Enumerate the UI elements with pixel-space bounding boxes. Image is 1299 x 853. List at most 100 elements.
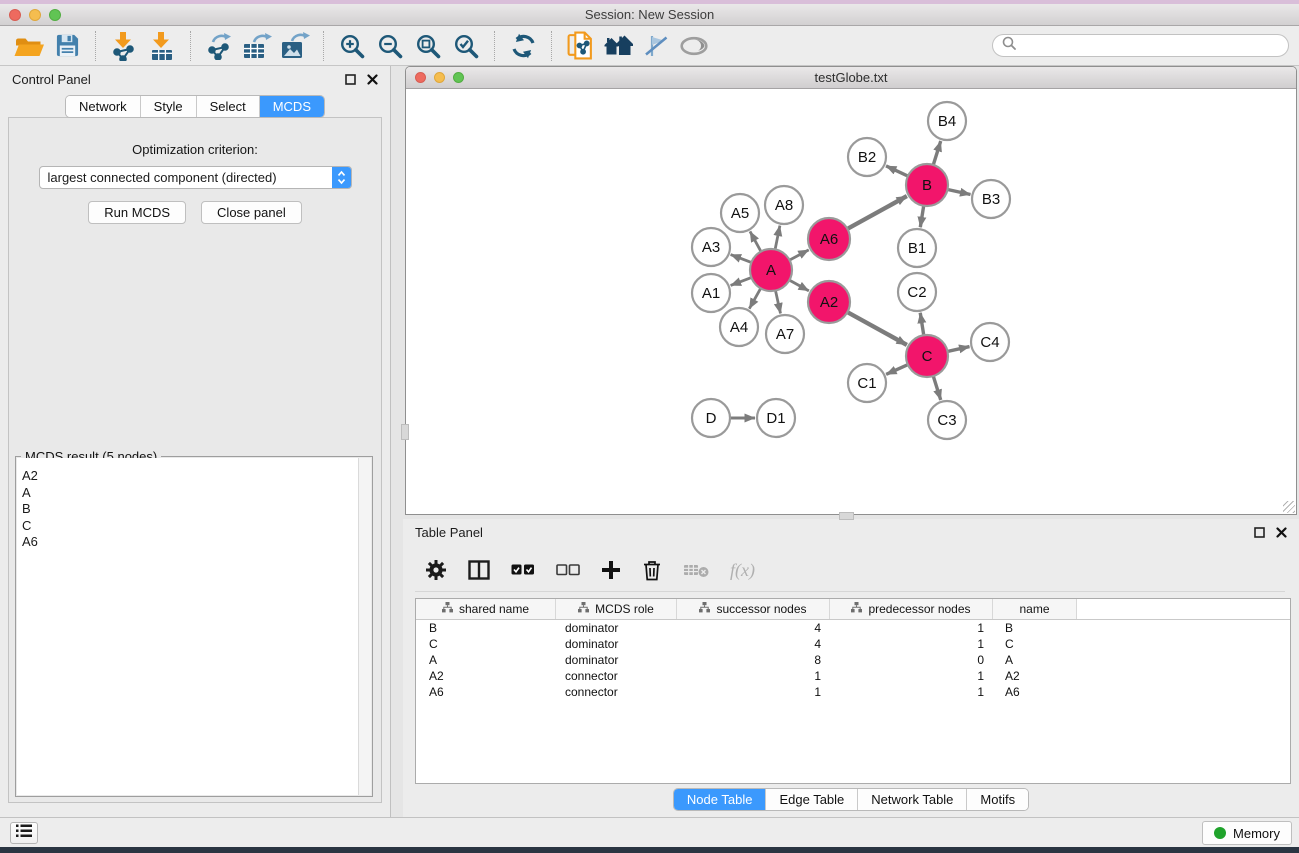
- zoom-window-button[interactable]: [49, 9, 61, 21]
- function-icon: f(x): [730, 560, 755, 581]
- import-table-icon[interactable]: [143, 30, 181, 62]
- minimize-view-button[interactable]: [434, 72, 445, 83]
- open-session-icon[interactable]: [10, 30, 48, 62]
- node-A7[interactable]: A7: [766, 315, 804, 353]
- zoom-fit-icon[interactable]: [409, 30, 447, 62]
- node-table[interactable]: shared nameMCDS rolesuccessor nodesprede…: [415, 598, 1291, 784]
- table-cell: C: [416, 637, 556, 651]
- column-icon[interactable]: [468, 560, 490, 580]
- minimize-window-button[interactable]: [29, 9, 41, 21]
- node-C[interactable]: C: [906, 335, 948, 377]
- home-icon[interactable]: [599, 30, 637, 62]
- node-C2[interactable]: C2: [898, 273, 936, 311]
- table-row[interactable]: A6connector11A6: [416, 684, 1290, 700]
- node-D[interactable]: D: [692, 399, 730, 437]
- node-B3[interactable]: B3: [972, 180, 1010, 218]
- memory-button[interactable]: Memory: [1202, 821, 1292, 845]
- table-row[interactable]: Bdominator41B: [416, 620, 1290, 636]
- mcds-result-list[interactable]: A2ABCA6: [17, 458, 371, 795]
- svg-text:C: C: [922, 348, 933, 365]
- run-mcds-button[interactable]: Run MCDS: [88, 201, 186, 224]
- tab-select[interactable]: Select: [197, 96, 260, 117]
- zoom-view-button[interactable]: [453, 72, 464, 83]
- save-session-icon[interactable]: [48, 30, 86, 62]
- horizontal-splitter-handle[interactable]: [839, 512, 854, 520]
- node-A5[interactable]: A5: [721, 194, 759, 232]
- node-B1[interactable]: B1: [898, 229, 936, 267]
- zoom-out-icon[interactable]: [371, 30, 409, 62]
- node-A1[interactable]: A1: [692, 274, 730, 312]
- column-header-name[interactable]: name: [993, 599, 1077, 619]
- show-eye-icon[interactable]: [675, 30, 713, 62]
- table-row[interactable]: Cdominator41C: [416, 636, 1290, 652]
- node-A2[interactable]: A2: [808, 281, 850, 323]
- close-panel-icon[interactable]: [367, 74, 378, 85]
- close-panel-button[interactable]: Close panel: [201, 201, 302, 224]
- node-B[interactable]: B: [906, 164, 948, 206]
- svg-text:A7: A7: [776, 326, 794, 343]
- node-A8[interactable]: A8: [765, 186, 803, 224]
- result-list-item[interactable]: A6: [17, 534, 371, 551]
- close-window-button[interactable]: [9, 9, 21, 21]
- node-C3[interactable]: C3: [928, 401, 966, 439]
- table-row[interactable]: A2connector11A2: [416, 668, 1290, 684]
- node-A6[interactable]: A6: [808, 218, 850, 260]
- control-panel-tabs: NetworkStyleSelectMCDS: [65, 95, 325, 118]
- refresh-icon[interactable]: [504, 30, 542, 62]
- resize-grip[interactable]: [1283, 501, 1295, 513]
- zoom-selected-icon[interactable]: [447, 30, 485, 62]
- node-A3[interactable]: A3: [692, 228, 730, 266]
- float-panel-icon[interactable]: [345, 74, 356, 85]
- settings-gear-icon[interactable]: [425, 559, 447, 581]
- vertical-splitter-handle[interactable]: [401, 424, 409, 440]
- result-list-scrollbar[interactable]: [358, 458, 371, 795]
- result-list-item[interactable]: C: [17, 518, 371, 535]
- close-table-panel-icon[interactable]: [1276, 527, 1287, 538]
- column-header-successor-nodes[interactable]: successor nodes: [677, 599, 830, 619]
- node-A4[interactable]: A4: [720, 308, 758, 346]
- tab-edge-table[interactable]: Edge Table: [766, 789, 858, 810]
- node-A[interactable]: A: [750, 249, 792, 291]
- criterion-dropdown[interactable]: largest connected component (directed): [39, 166, 352, 189]
- network-window-titlebar[interactable]: testGlobe.txt: [406, 67, 1296, 89]
- tab-motifs[interactable]: Motifs: [967, 789, 1028, 810]
- float-table-panel-icon[interactable]: [1254, 527, 1265, 538]
- select-all-icon[interactable]: [511, 564, 535, 576]
- result-list-item[interactable]: B: [17, 501, 371, 518]
- close-view-button[interactable]: [415, 72, 426, 83]
- network-canvas[interactable]: B4 B2 B B3 A8A5 A6 A3 B1 A C2 A1 A2 A4 A7 C4 C C1 C3 D D1: [406, 89, 1296, 514]
- tab-network[interactable]: Network: [66, 96, 141, 117]
- node-B4[interactable]: B4: [928, 102, 966, 140]
- shared-column-icon: [442, 602, 453, 616]
- table-cell: A: [993, 653, 1077, 667]
- export-network-icon[interactable]: [200, 30, 238, 62]
- criterion-value: largest connected component (directed): [40, 170, 332, 185]
- table-row[interactable]: Adominator80A: [416, 652, 1290, 668]
- search-input[interactable]: [1021, 38, 1279, 53]
- delete-icon[interactable]: [642, 559, 662, 581]
- column-header-predecessor-nodes[interactable]: predecessor nodes: [830, 599, 993, 619]
- deselect-all-icon[interactable]: [556, 564, 580, 576]
- new-network-icon[interactable]: [561, 30, 599, 62]
- result-list-item[interactable]: A2: [17, 468, 371, 485]
- task-history-button[interactable]: [10, 822, 38, 844]
- node-C1[interactable]: C1: [848, 364, 886, 402]
- tab-network-table[interactable]: Network Table: [858, 789, 967, 810]
- column-header-MCDS-role[interactable]: MCDS role: [556, 599, 677, 619]
- tab-style[interactable]: Style: [141, 96, 197, 117]
- import-network-icon[interactable]: [105, 30, 143, 62]
- zoom-in-icon[interactable]: [333, 30, 371, 62]
- search-box[interactable]: [992, 34, 1289, 57]
- hide-flag-icon[interactable]: [637, 30, 675, 62]
- node-D1[interactable]: D1: [757, 399, 795, 437]
- export-table-icon[interactable]: [238, 30, 276, 62]
- column-header-shared-name[interactable]: shared name: [416, 599, 556, 619]
- result-list-item[interactable]: A: [17, 485, 371, 502]
- export-image-icon[interactable]: [276, 30, 314, 62]
- node-C4[interactable]: C4: [971, 323, 1009, 361]
- node-B2[interactable]: B2: [848, 138, 886, 176]
- tab-mcds[interactable]: MCDS: [260, 96, 324, 117]
- tab-node-table[interactable]: Node Table: [674, 789, 767, 810]
- add-icon[interactable]: [601, 560, 621, 580]
- network-window-controls: [415, 72, 464, 83]
